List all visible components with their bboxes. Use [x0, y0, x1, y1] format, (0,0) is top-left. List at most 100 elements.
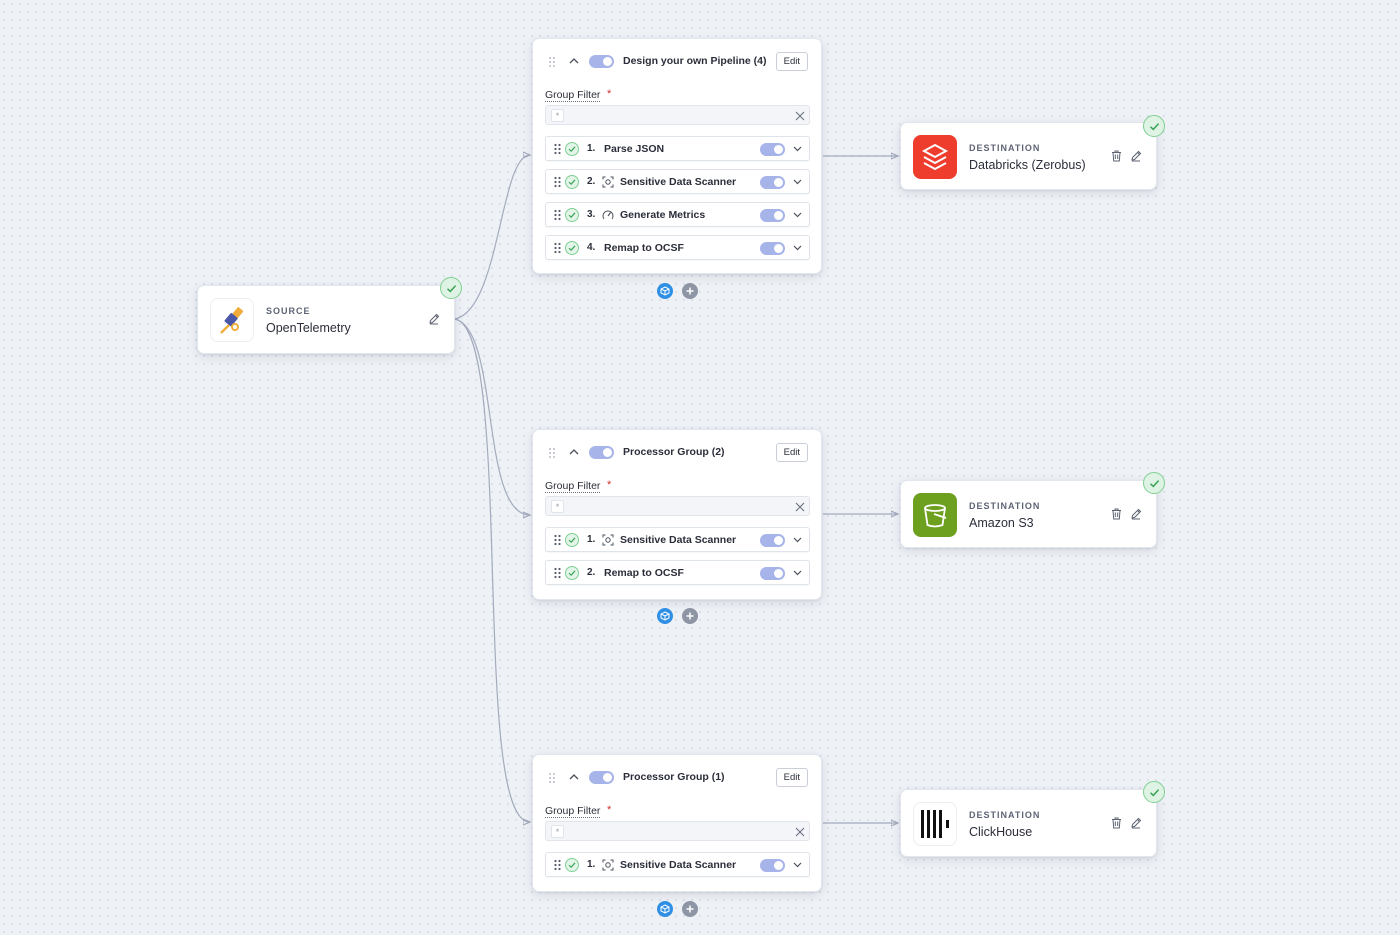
destination-node-clickhouse[interactable]: DESTINATION ClickHouse: [900, 789, 1157, 857]
expand-chevron-down-icon[interactable]: [792, 860, 802, 870]
delete-trash-icon[interactable]: [1108, 148, 1124, 164]
delete-trash-icon[interactable]: [1108, 506, 1124, 522]
processor-row[interactable]: 2. Remap to OCSF: [545, 560, 810, 585]
add-processor-plus-icon[interactable]: [682, 901, 698, 917]
group-add-bar: [657, 608, 707, 624]
group-header: Processor Group (1) Edit: [533, 755, 821, 799]
add-processor-plus-icon[interactable]: [682, 608, 698, 624]
scanner-icon: [601, 858, 614, 871]
collapse-chevron-up-icon[interactable]: [568, 55, 580, 67]
processor-name: Generate Metrics: [620, 209, 706, 221]
destination-kicker: DESTINATION: [969, 810, 1041, 820]
processor-name: Sensitive Data Scanner: [620, 534, 737, 546]
required-asterisk: *: [607, 88, 612, 100]
source-edit-pencil-icon[interactable]: [426, 311, 442, 327]
processor-drag-handle-icon[interactable]: [552, 533, 562, 547]
expand-chevron-down-icon[interactable]: [792, 568, 802, 578]
add-processor-plus-icon[interactable]: [682, 283, 698, 299]
destination-kicker: DESTINATION: [969, 501, 1041, 511]
processor-row[interactable]: 3. Generate Metrics: [545, 202, 810, 227]
group-filter-input[interactable]: *: [545, 821, 810, 841]
scanner-icon: [601, 175, 614, 188]
processor-drag-handle-icon[interactable]: [552, 241, 562, 255]
destination-node-amazon-s3[interactable]: DESTINATION Amazon S3: [900, 480, 1157, 548]
group-enabled-toggle[interactable]: [589, 446, 614, 459]
edit-pencil-icon[interactable]: [1128, 506, 1144, 522]
processor-drag-handle-icon[interactable]: [552, 175, 562, 189]
processor-drag-handle-icon[interactable]: [552, 566, 562, 580]
expand-chevron-down-icon[interactable]: [792, 177, 802, 187]
processor-number: 4.: [587, 242, 596, 253]
group-header: Processor Group (2) Edit: [533, 430, 821, 474]
group-enabled-toggle[interactable]: [589, 771, 614, 784]
group-header: Design your own Pipeline (4) Edit: [533, 39, 821, 83]
processor-row[interactable]: 1. Parse JSON: [545, 136, 810, 161]
processor-enabled-toggle[interactable]: [760, 143, 785, 156]
group-drag-handle-icon[interactable]: [547, 446, 557, 460]
add-pipeline-cube-icon[interactable]: [657, 608, 673, 624]
clear-filter-x-icon[interactable]: [794, 501, 805, 512]
processor-row[interactable]: 1. Sensitive Data Scanner: [545, 527, 810, 552]
group-drag-handle-icon[interactable]: [547, 55, 557, 69]
required-asterisk: *: [607, 479, 612, 491]
group-drag-handle-icon[interactable]: [547, 771, 557, 785]
processor-ok-check-icon: [565, 566, 579, 580]
destination-name: ClickHouse: [969, 825, 1033, 839]
add-pipeline-cube-icon[interactable]: [657, 283, 673, 299]
group-filter-label: Group Filter: [545, 89, 601, 102]
collapse-chevron-up-icon[interactable]: [568, 771, 580, 783]
processor-row[interactable]: 2. Sensitive Data Scanner: [545, 169, 810, 194]
processor-name: Remap to OCSF: [604, 242, 684, 254]
group-title: Processor Group (1): [623, 771, 725, 783]
delete-trash-icon[interactable]: [1108, 815, 1124, 831]
processor-drag-handle-icon[interactable]: [552, 208, 562, 222]
expand-chevron-down-icon[interactable]: [792, 210, 802, 220]
processor-enabled-toggle[interactable]: [760, 176, 785, 189]
databricks-icon: [913, 135, 957, 179]
expand-chevron-down-icon[interactable]: [792, 144, 802, 154]
edit-pencil-icon[interactable]: [1128, 148, 1144, 164]
clear-filter-x-icon[interactable]: [794, 826, 805, 837]
processor-name: Parse JSON: [604, 143, 665, 155]
processor-number: 3.: [587, 209, 596, 220]
processor-enabled-toggle[interactable]: [760, 859, 785, 872]
group-filter-label: Group Filter: [545, 805, 601, 818]
scanner-icon: [601, 533, 614, 546]
source-node[interactable]: SOURCE OpenTelemetry: [197, 285, 455, 354]
collapse-chevron-up-icon[interactable]: [568, 446, 580, 458]
processor-number: 2.: [587, 176, 596, 187]
processor-drag-handle-icon[interactable]: [552, 858, 562, 872]
expand-chevron-down-icon[interactable]: [792, 535, 802, 545]
group-edit-button[interactable]: Edit: [775, 768, 808, 787]
processor-ok-check-icon: [565, 533, 579, 547]
clear-filter-x-icon[interactable]: [794, 110, 805, 121]
processor-enabled-toggle[interactable]: [760, 209, 785, 222]
processor-row[interactable]: 1. Sensitive Data Scanner: [545, 852, 810, 877]
edit-pencil-icon[interactable]: [1128, 815, 1144, 831]
group-edit-button[interactable]: Edit: [775, 443, 808, 462]
add-pipeline-cube-icon[interactable]: [657, 901, 673, 917]
processor-ok-check-icon: [565, 858, 579, 872]
processor-number: 2.: [587, 567, 596, 578]
processor-enabled-toggle[interactable]: [760, 534, 785, 547]
edge-source-group1: [454, 155, 530, 320]
processor-ok-check-icon: [565, 241, 579, 255]
group-title: Processor Group (2): [623, 446, 725, 458]
destination-status-check-icon: [1143, 115, 1165, 137]
gauge-icon: [601, 208, 614, 221]
processor-row[interactable]: 4. Remap to OCSF: [545, 235, 810, 260]
processor-enabled-toggle[interactable]: [760, 567, 785, 580]
expand-chevron-down-icon[interactable]: [792, 243, 802, 253]
group-filter-input[interactable]: *: [545, 105, 810, 125]
destination-kicker: DESTINATION: [969, 143, 1041, 153]
s3-bucket-icon: [913, 493, 957, 537]
processor-group-card: Processor Group (2) Edit Group Filter * …: [532, 429, 822, 600]
clickhouse-icon: [913, 802, 957, 846]
destination-node-databricks[interactable]: DESTINATION Databricks (Zerobus): [900, 122, 1157, 190]
group-enabled-toggle[interactable]: [589, 55, 614, 68]
group-filter-input[interactable]: *: [545, 496, 810, 516]
processor-enabled-toggle[interactable]: [760, 242, 785, 255]
group-edit-button[interactable]: Edit: [775, 52, 808, 71]
telescope-icon: [210, 298, 254, 342]
processor-drag-handle-icon[interactable]: [552, 142, 562, 156]
